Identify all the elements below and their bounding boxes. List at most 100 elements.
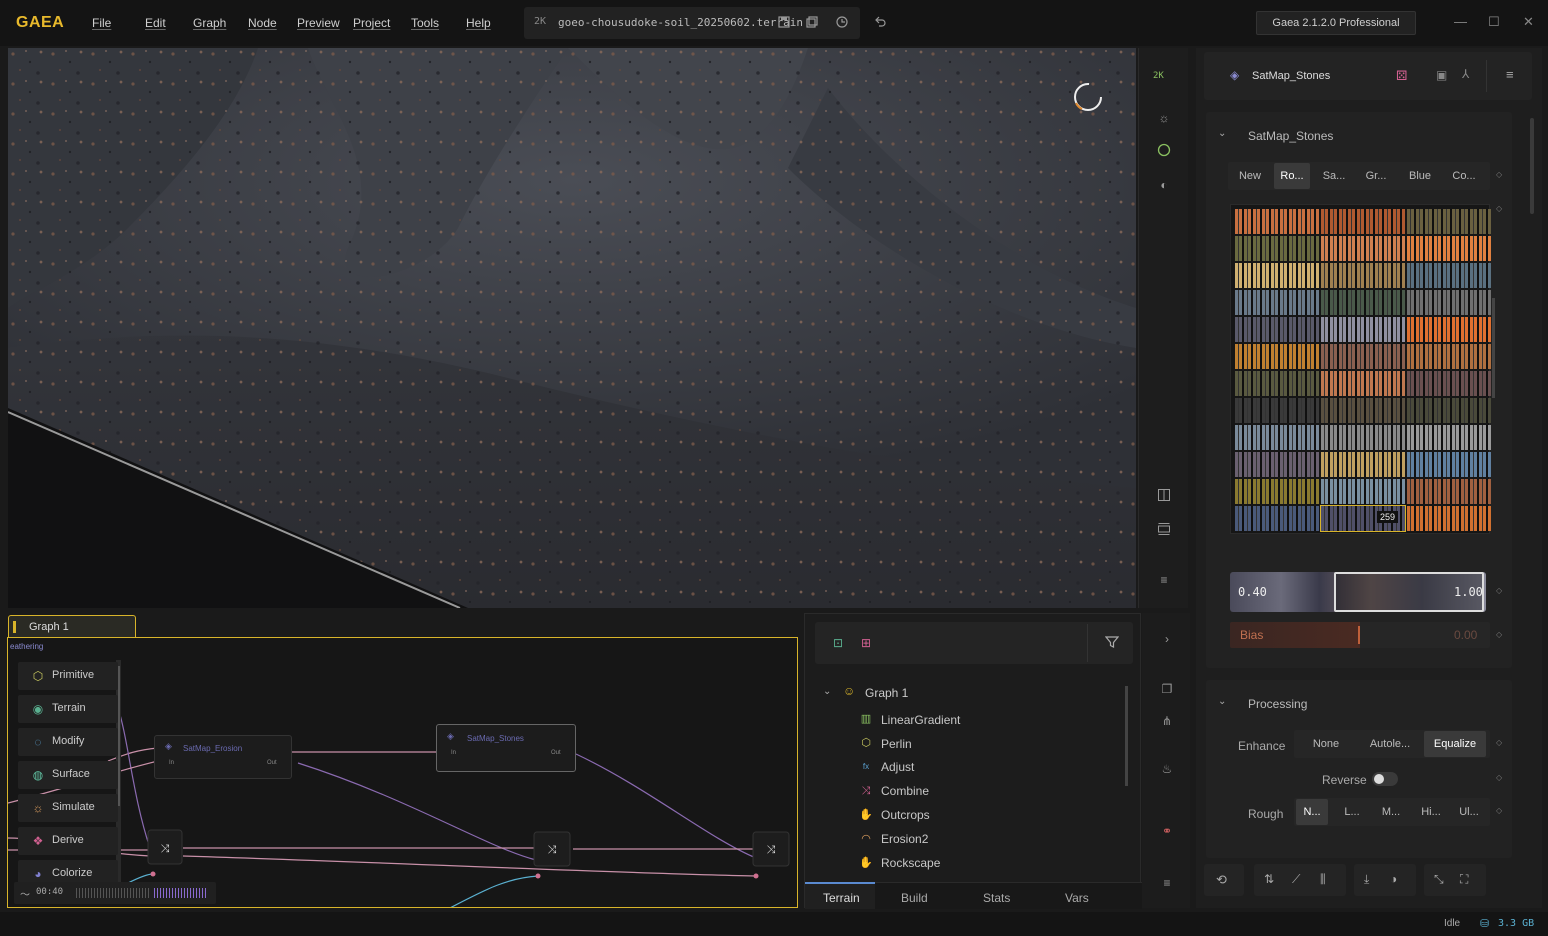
library-tab-active[interactable]: Ro... [1274,163,1310,189]
palette-swatch[interactable] [1235,290,1319,315]
palette-swatch[interactable] [1321,479,1405,504]
library-tab[interactable]: Sa... [1316,163,1352,189]
palette-swatch[interactable] [1321,290,1405,315]
enhance-option[interactable]: None [1296,731,1356,757]
tab-stats[interactable]: Stats [983,891,1010,905]
shrink-icon[interactable]: ⤡ [1434,872,1444,887]
palette-swatch[interactable] [1321,236,1405,261]
palette-swatch[interactable] [1407,263,1491,288]
category-terrain[interactable]: ◉ Terrain [18,695,118,723]
rough-option[interactable]: Hi... [1412,799,1450,825]
menu-file[interactable]: File [92,16,111,30]
dice-icon[interactable]: ⚄ [1396,68,1407,84]
chevron-down-icon[interactable]: ⌄ [1218,696,1226,707]
palette-swatch[interactable] [1321,452,1405,477]
split-view-icon[interactable] [1156,488,1172,504]
palette-swatch[interactable] [1235,317,1319,342]
reverse-toggle[interactable] [1372,772,1398,786]
contrast-icon[interactable]: ◑ [1390,872,1397,886]
library-tab[interactable]: Co... [1444,163,1484,189]
undo-icon[interactable] [872,15,888,31]
palette-swatch[interactable] [1235,452,1319,477]
tab-build[interactable]: Build [901,891,928,905]
palette-grid[interactable]: 259 [1230,204,1491,534]
timeline-bar[interactable]: 〜 00:40 [14,882,216,904]
graph-tab[interactable]: Graph 1 [8,615,136,638]
node-in-port[interactable]: In [451,750,456,756]
rough-option-active[interactable]: N... [1296,799,1328,825]
palette-swatch[interactable] [1235,344,1319,369]
collapse-icon[interactable]: ⊞ [861,636,871,650]
rough-option[interactable]: L... [1334,799,1370,825]
chevron-down-icon[interactable]: ⌄ [823,686,831,697]
terrain-viewport[interactable] [8,48,1136,608]
save-icon[interactable] [776,15,792,31]
menu-project[interactable]: Project [353,16,390,30]
split-icon[interactable]: ⫼ [1320,872,1326,887]
palette-swatch[interactable] [1407,425,1491,450]
palette-swatch[interactable] [1407,479,1491,504]
maximize-icon[interactable]: ☐ [1488,14,1500,30]
sort-icon[interactable]: ⇅ [1264,872,1274,886]
bias-handle[interactable] [1358,626,1360,644]
loop-icon[interactable]: ⟲ [1216,872,1227,888]
palette-swatch[interactable] [1235,479,1319,504]
palette-swatch[interactable] [1321,344,1405,369]
layout-icon[interactable] [1156,522,1172,538]
save-as-icon[interactable] [804,15,820,31]
library-tab[interactable]: Blue [1400,163,1440,189]
download-icon[interactable]: ⤓ [1364,872,1369,887]
palette-swatch[interactable] [1407,506,1491,531]
side-menu-icon[interactable]: ≡ [1159,875,1175,891]
palette-swatch[interactable] [1235,209,1319,234]
palette-swatch[interactable] [1235,236,1319,261]
menu-icon[interactable]: ≡ [1506,67,1514,82]
reset-dot-icon[interactable]: ◇ [1496,204,1502,213]
tab-vars[interactable]: Vars [1065,891,1089,905]
reset-dot-icon[interactable]: ◇ [1496,773,1502,782]
library-tab[interactable]: New [1230,163,1270,189]
tree-item[interactable]: LinearGradient [881,713,960,727]
tree-item[interactable]: Adjust [881,760,914,774]
expand-icon[interactable]: ⛶ [1460,872,1468,887]
category-surface[interactable]: ◍ Surface [18,761,118,789]
chevron-right-icon[interactable]: › [1159,631,1175,647]
category-simulate[interactable]: ☼ Simulate [18,794,118,822]
close-icon[interactable]: ✕ [1523,14,1534,30]
palette-swatch[interactable] [1235,263,1319,288]
reset-dot-icon[interactable]: ◇ [1496,170,1502,179]
graph-editor[interactable]: ⤨ ⤨ ⤨ eathering ⬡ Primitive ◉ Terrain ◌ … [7,637,798,908]
category-primitive[interactable]: ⬡ Primitive [18,662,118,690]
tree-item[interactable]: Rockscape [881,856,940,870]
pin-icon[interactable]: ⅄ [1462,67,1469,81]
menu-node[interactable]: Node [248,16,277,30]
reset-dot-icon[interactable]: ◇ [1496,630,1502,639]
bias-slider[interactable]: Bias 0.00 [1230,622,1490,648]
rough-option[interactable]: Ul... [1450,799,1488,825]
palette-swatch[interactable] [1235,371,1319,396]
palette-scrollbar[interactable] [1492,298,1495,398]
expand-icon[interactable]: ⊡ [833,636,843,650]
link-icon[interactable]: ⚭ [1159,823,1175,839]
menu-help[interactable]: Help [466,16,491,30]
tree-root-label[interactable]: Graph 1 [865,686,908,700]
menu-tools[interactable]: Tools [411,16,439,30]
viewport-resolution-badge[interactable]: 2K [1153,71,1164,81]
node-satmap-stones[interactable]: ◈ SatMap_Stones In Out [436,724,576,772]
menu-graph[interactable]: Graph [193,16,226,30]
history-icon[interactable] [834,15,850,31]
range-slider[interactable]: 0.40 1.00 [1230,572,1486,612]
flame-icon[interactable]: ♨ [1159,761,1175,777]
reset-dot-icon[interactable]: ◇ [1496,586,1502,595]
palette-swatch[interactable] [1407,209,1491,234]
node-satmap-erosion[interactable]: ◈ SatMap_Erosion In Out [154,735,292,779]
menu-preview[interactable]: Preview [297,16,340,30]
palette-swatch[interactable] [1321,263,1405,288]
palette-swatch[interactable] [1235,506,1319,531]
palette-swatch[interactable] [1407,236,1491,261]
render-mode-icon[interactable] [1156,143,1172,159]
tree-item[interactable]: Outcrops [881,808,930,822]
palette-swatch[interactable] [1407,452,1491,477]
library-tab[interactable]: Gr... [1358,163,1394,189]
viewport-menu-icon[interactable]: ≡ [1156,572,1172,588]
